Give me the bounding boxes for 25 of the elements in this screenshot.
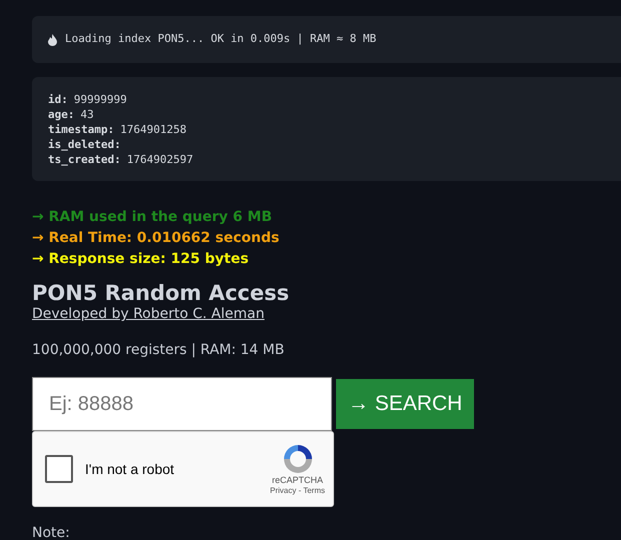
author-link[interactable]: Developed by Roberto C. Aleman: [32, 306, 264, 322]
field-key: age:: [48, 107, 74, 122]
field-value: 43: [80, 107, 94, 122]
field-key: is_deleted:: [48, 137, 121, 152]
recaptcha-icon: [282, 442, 314, 474]
captcha-checkbox[interactable]: [45, 455, 73, 483]
metric-line: → Real Time: 0.010662 seconds: [32, 229, 280, 248]
search-button[interactable]: → SEARCH: [336, 379, 474, 429]
flame-icon: [48, 34, 57, 46]
note-label: Note:: [32, 525, 71, 540]
captcha-links[interactable]: Privacy - Terms: [270, 486, 325, 496]
log-text: Loading index PON5... OK in 0.009s | RAM ≈ 8 MB: [65, 31, 376, 48]
field-value: 1764902597: [126, 152, 194, 167]
metric-line: → Response size: 125 bytes: [32, 250, 250, 269]
search-field[interactable]: Ej: 88888: [32, 377, 332, 431]
field-key: ts_created:: [48, 152, 121, 167]
stats-text: 100,000,000 registers | RAM: 14 MB: [32, 341, 286, 360]
field-key: timestamp:: [48, 122, 114, 137]
metric-line: → RAM used in the query 6 MB: [32, 208, 273, 227]
field-value: 1764901258: [120, 122, 186, 137]
page-title: PON5 Random Access: [32, 280, 290, 306]
captcha-label: I'm not a robot: [85, 460, 176, 478]
field-value: 99999999: [74, 92, 127, 107]
captcha-brand: reCAPTCHA: [272, 474, 324, 486]
field-key: id:: [48, 92, 68, 107]
